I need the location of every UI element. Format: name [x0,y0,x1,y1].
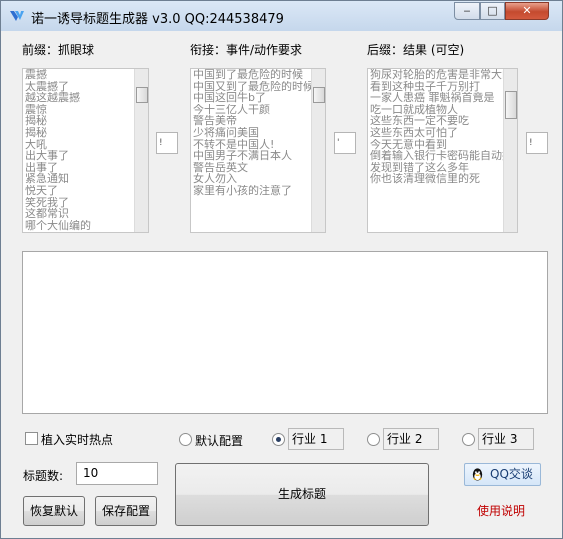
prefix-count-input[interactable]: ! [156,132,178,154]
list-item[interactable]: 今十三亿人干颜 [193,104,311,116]
industry1-radio[interactable] [272,433,285,446]
list-item[interactable]: 紧急通知 [25,173,134,185]
list-item[interactable]: 出大事了 [25,150,134,162]
list-item[interactable]: 中国到了最危险的时候 [193,69,311,81]
industry3-field[interactable]: 行业 3 [478,428,534,450]
qq-chat-button[interactable]: QQ交谈 [464,463,541,486]
prefix-scrollbar[interactable] [134,69,148,232]
title-bar[interactable]: 诺一诱导标题生成器 v3.0 QQ:244538479 ‒ □ ✕ [1,1,562,31]
connector-listbox[interactable]: 中国到了最危险的时候 中国又到了最危险的时候 中国这回牛b了 今十三亿人干颜 警告美帝少… [190,68,326,233]
list-item[interactable]: 太震撼了 [25,81,134,93]
restore-default-button[interactable]: 恢复默认 [23,496,85,526]
list-item[interactable]: 吃一口就成植物人 [370,104,503,116]
industry3-radio[interactable] [462,433,475,446]
list-item[interactable]: 一家人患癌 罪魁祸首竟是 [370,92,503,104]
scroll-thumb[interactable] [313,87,325,103]
list-item[interactable]: 大吼 [25,139,134,151]
app-logo-icon [10,11,24,21]
list-item[interactable]: 今天无意中看到 [370,139,503,151]
list-item[interactable]: 哪个大仙编的 [25,220,134,232]
hot-topics-label: 植入实时热点 [41,433,114,447]
list-item[interactable]: 狗尿对轮胎的危害是非常大的 [370,69,503,81]
prefix-list: 震撼 太震撼了 越这越震撼 震惊 揭秘 揭秘 大吼 出大事了 出事了 紧急通知 悦天了 笑死我了 这都常… [25,69,134,231]
list-item[interactable]: 倒着输入银行卡密码能自动报警 [370,150,503,162]
title-count-input[interactable]: 10 [76,462,158,485]
list-item[interactable]: 揭秘 [25,115,134,127]
list-item[interactable]: 你也该清理微信里的死 [370,173,503,185]
industry2-field[interactable]: 行业 2 [383,428,439,450]
list-item[interactable]: 震惊 [25,104,134,116]
suffix-scrollbar[interactable] [503,69,517,232]
list-item[interactable]: 这些东西太可怕了 [370,127,503,139]
connector-scrollbar[interactable] [311,69,325,232]
output-textarea[interactable] [22,251,548,414]
connector-list: 中国到了最危险的时候 中国又到了最危险的时候 中国这回牛b了 今十三亿人干颜 警告美帝少… [193,69,311,197]
suffix-count-input[interactable]: ! [526,132,548,154]
list-item[interactable]: 中国这回牛b了 [193,92,311,104]
list-item[interactable]: 家里有小孩的注意了 [193,185,311,197]
list-item[interactable]: 中国又到了最危险的时候 [193,81,311,93]
list-item[interactable]: 少将痛问美国 [193,127,311,139]
list-item[interactable]: 警告岳英文 [193,162,311,174]
suffix-list: 狗尿对轮胎的危害是非常大的 看到这种虫子千万别打 一家人患癌 罪魁祸首竟是 吃一口就成… [370,69,503,185]
suffix-listbox[interactable]: 狗尿对轮胎的危害是非常大的 看到这种虫子千万别打 一家人患癌 罪魁祸首竟是 吃一口就成… [367,68,518,233]
industry2-radio[interactable] [367,433,380,446]
connector-count-input[interactable]: ' [334,132,356,154]
list-item[interactable]: 这都常识 [25,208,134,220]
list-item[interactable]: 警告美帝 [193,115,311,127]
default-config-radio[interactable] [179,433,192,446]
list-item[interactable]: 震撼 [25,69,134,81]
title-count-label: 标题数: [23,469,64,483]
list-item[interactable]: 越这越震撼 [25,92,134,104]
scroll-thumb[interactable] [505,91,517,119]
qq-penguin-icon [472,468,483,481]
prefix-label: 前缀：抓眼球 [22,43,95,57]
list-item[interactable]: 中国男子不满日本人 [193,150,311,162]
usage-instructions-link[interactable]: 使用说明 [477,502,525,519]
list-item[interactable]: 揭秘 [25,127,134,139]
window-title: 诺一诱导标题生成器 v3.0 QQ:244538479 [31,12,284,27]
maximize-button[interactable]: □ [480,2,505,20]
list-item[interactable]: 笑死我了 [25,197,134,209]
connector-label: 衔接：事件/动作要求 [190,43,303,57]
list-item[interactable]: 发现到错了这么多年 [370,162,503,174]
list-item[interactable]: 这些东西一定不要吃 [370,115,503,127]
minimize-button[interactable]: ‒ [454,2,480,20]
app-window: 诺一诱导标题生成器 v3.0 QQ:244538479 ‒ □ ✕ 前缀：抓眼球… [0,0,563,539]
list-item[interactable]: 女人勿入 [193,173,311,185]
generate-titles-button[interactable]: 生成标题 [175,463,429,526]
prefix-listbox[interactable]: 震撼 太震撼了 越这越震撼 震惊 揭秘 揭秘 大吼 出大事了 出事了 紧急通知 悦天了 笑死我了 这都常… [22,68,149,233]
list-item[interactable]: 悦天了 [25,185,134,197]
industry1-field[interactable]: 行业 1 [288,428,344,450]
suffix-label: 后缀：结果 (可空) [367,43,465,57]
list-item[interactable]: 出事了 [25,162,134,174]
scroll-thumb[interactable] [136,87,148,103]
list-item[interactable]: 不转不是中国人! [193,139,311,151]
close-button[interactable]: ✕ [505,2,549,20]
qq-chat-label: QQ交谈 [490,467,533,481]
list-item[interactable]: 看到这种虫子千万别打 [370,81,503,93]
default-config-label: 默认配置 [195,434,244,448]
save-config-button[interactable]: 保存配置 [95,496,157,526]
hot-topics-checkbox[interactable] [25,432,38,445]
